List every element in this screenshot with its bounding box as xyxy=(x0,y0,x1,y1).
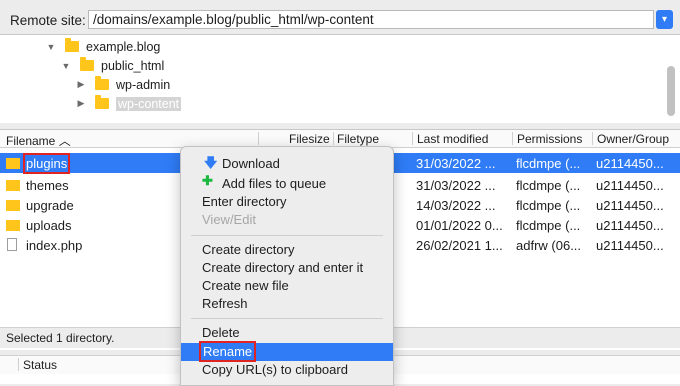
expand-triangle-icon[interactable]: ▼ xyxy=(61,61,71,71)
menu-item-enter-directory[interactable]: Enter directory xyxy=(181,193,393,211)
file-name: uploads xyxy=(26,218,72,233)
file-permissions: flcdmpe (... xyxy=(516,178,581,193)
menu-item-refresh[interactable]: Refresh xyxy=(181,295,393,313)
folder-icon xyxy=(80,57,94,71)
folder-icon xyxy=(95,76,109,90)
file-permissions: flcdmpe (... xyxy=(516,198,581,213)
folder-icon xyxy=(6,200,20,211)
menu-item-add-to-queue[interactable]: Add files to queue xyxy=(181,175,393,193)
rename-label: Rename xyxy=(198,341,257,362)
file-modified: 01/01/2022 0... xyxy=(416,218,503,233)
remote-path-input[interactable]: /domains/example.blog/public_html/wp-con… xyxy=(88,10,654,29)
remote-site-label: Remote site: xyxy=(10,13,86,28)
tree-item-wp-content[interactable]: ▶ wp-content xyxy=(76,94,182,113)
menu-item-copy-url[interactable]: Copy URL(s) to clipboard xyxy=(181,361,393,379)
column-status[interactable]: Status xyxy=(23,358,57,372)
folder-icon xyxy=(6,158,20,169)
menu-item-download[interactable]: Download xyxy=(181,155,393,173)
file-owner: u2114450... xyxy=(596,198,664,213)
menu-separator xyxy=(191,318,383,319)
tree-item-label: wp-content xyxy=(116,96,182,111)
file-name: index.php xyxy=(26,238,83,253)
chevron-down-icon[interactable]: ▾ xyxy=(656,10,673,29)
menu-item-create-directory-enter[interactable]: Create directory and enter it xyxy=(181,259,393,277)
file-owner: u2114450... xyxy=(596,178,664,193)
status-text: Selected 1 directory. xyxy=(6,331,115,345)
folder-icon xyxy=(6,220,20,231)
context-menu: 🡇 Download ✚ Add files to queue Enter di… xyxy=(180,146,394,386)
file-permissions: flcdmpe (... xyxy=(516,218,581,233)
tree-item-wp-admin[interactable]: ▶ wp-admin xyxy=(76,75,170,94)
tree-item-label: public_html xyxy=(101,58,165,73)
file-owner: u2114450... xyxy=(596,218,664,233)
file-modified: 26/02/2021 1... xyxy=(416,238,503,253)
remote-directory-tree: ▼ example.blog ▼ public_html ▶ wp-admin ▶ wp… xyxy=(0,34,680,123)
file-icon xyxy=(7,238,17,251)
menu-item-rename[interactable]: Rename xyxy=(181,341,393,362)
tree-item-label: wp-admin xyxy=(116,77,171,92)
tree-item-example-blog[interactable]: ▼ example.blog xyxy=(46,37,160,56)
menu-item-create-directory[interactable]: Create directory xyxy=(181,241,393,259)
folder-icon xyxy=(6,180,20,191)
collapse-triangle-icon[interactable]: ▶ xyxy=(76,79,86,90)
file-modified: 31/03/2022 ... xyxy=(416,178,496,193)
menu-item-view-edit: View/Edit xyxy=(202,212,256,227)
file-modified: 31/03/2022 ... xyxy=(416,156,496,171)
file-name: plugins xyxy=(22,153,71,174)
expand-triangle-icon[interactable]: ▼ xyxy=(46,42,56,52)
file-permissions: adfrw (06... xyxy=(516,238,582,253)
menu-separator xyxy=(191,235,383,236)
collapse-triangle-icon[interactable]: ▶ xyxy=(76,98,86,109)
file-owner: u2114450... xyxy=(596,156,664,171)
file-name: upgrade xyxy=(26,198,74,213)
tree-scrollbar[interactable] xyxy=(667,66,675,116)
file-name: themes xyxy=(26,178,69,193)
file-modified: 14/03/2022 ... xyxy=(416,198,496,213)
menu-item-create-file[interactable]: Create new file xyxy=(181,277,393,295)
file-owner: u2114450... xyxy=(596,238,664,253)
tree-item-public-html[interactable]: ▼ public_html xyxy=(61,56,164,75)
folder-icon xyxy=(65,38,79,52)
tree-item-label: example.blog xyxy=(86,39,161,54)
menu-item-delete[interactable]: Delete xyxy=(181,324,393,342)
column-divider[interactable] xyxy=(18,358,19,371)
file-permissions: flcdmpe (... xyxy=(516,156,581,171)
folder-icon xyxy=(95,95,109,109)
